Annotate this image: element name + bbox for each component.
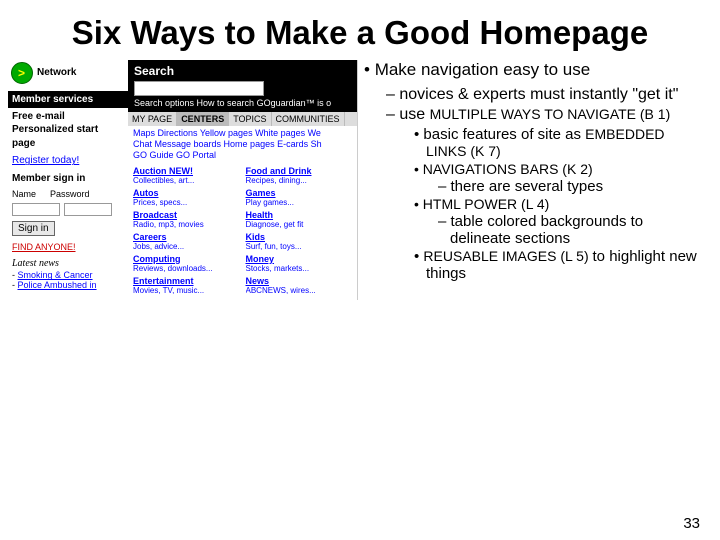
bullet-l2: novices & experts must instantly "get it…: [386, 86, 706, 104]
bullet-l3: NAVIGATIONS BARS (K 2): [414, 161, 706, 177]
category-link[interactable]: Broadcast: [133, 210, 240, 220]
category-link[interactable]: Careers: [133, 232, 240, 242]
go-icon: [11, 62, 33, 84]
member-link[interactable]: Personalized start page: [12, 123, 124, 150]
slide-title: Six Ways to Make a Good Homepage: [0, 0, 720, 60]
category-sub: Surf, fun, toys...: [246, 242, 353, 251]
category-link[interactable]: Auction NEW!: [133, 166, 240, 176]
go-logo: Network: [8, 60, 128, 91]
category-sub: Prices, specs...: [133, 198, 240, 207]
member-services-header: Member services: [8, 91, 128, 108]
category-sub: Diagnose, get fit: [246, 220, 353, 229]
search-input[interactable]: [134, 81, 264, 96]
name-input[interactable]: [12, 203, 60, 216]
network-label: Network: [37, 67, 76, 78]
category-sub: Play games...: [246, 198, 353, 207]
bullet-l1: Make navigation easy to use: [364, 60, 706, 80]
category-sub: ABCNEWS, wires...: [246, 286, 353, 295]
tab-mypage[interactable]: MY PAGE: [128, 112, 177, 126]
page-number: 33: [683, 515, 700, 532]
bullet-l3: HTML POWER (L 4): [414, 196, 706, 212]
tab-centers[interactable]: CENTERS: [177, 112, 229, 126]
tab-bar: MY PAGE CENTERS TOPICS COMMUNITIES: [128, 112, 357, 126]
category-sub: Collectibles, art...: [133, 176, 240, 185]
quicklinks[interactable]: Maps Directions Yellow pages White pages…: [128, 126, 357, 164]
example-screenshot: Network Member services Free e-mail Pers…: [8, 60, 358, 300]
tab-topics[interactable]: TOPICS: [229, 112, 271, 126]
register-link[interactable]: Register today!: [12, 155, 79, 166]
category-sub: Jobs, advice...: [133, 242, 240, 251]
tab-communities[interactable]: COMMUNITIES: [272, 112, 345, 126]
category-sub: Movies, TV, music...: [133, 286, 240, 295]
password-input[interactable]: [64, 203, 112, 216]
search-label: Search: [134, 64, 351, 78]
category-link[interactable]: Autos: [133, 188, 240, 198]
news-item[interactable]: Smoking & Cancer: [18, 270, 93, 280]
category-sub: Radio, mp3, movies: [133, 220, 240, 229]
signin-header: Member sign in: [8, 170, 128, 188]
category-sub: Recipes, dining...: [246, 176, 353, 185]
search-options[interactable]: Search options How to search GOguardian™…: [134, 98, 351, 108]
category-link[interactable]: Entertainment: [133, 276, 240, 286]
category-sub: Reviews, downloads...: [133, 264, 240, 273]
member-link[interactable]: Free e-mail: [12, 110, 124, 124]
password-label: Password: [50, 189, 90, 199]
category-link[interactable]: Computing: [133, 254, 240, 264]
bullet-l4: there are several types: [438, 178, 706, 195]
bullet-l3: basic features of site as EMBEDDED LINKS…: [414, 126, 706, 160]
category-link[interactable]: News: [246, 276, 353, 286]
bullet-l4: table colored backgrounds to delineate s…: [438, 213, 706, 247]
category-link[interactable]: Kids: [246, 232, 353, 242]
category-link[interactable]: Games: [246, 188, 353, 198]
category-link[interactable]: Money: [246, 254, 353, 264]
bullet-content: Make navigation easy to use novices & ex…: [358, 60, 706, 300]
name-label: Name: [12, 189, 36, 199]
category-link[interactable]: Health: [246, 210, 353, 220]
signin-button[interactable]: Sign in: [12, 221, 55, 236]
promo-link[interactable]: FIND ANYONE!: [12, 242, 76, 252]
news-header: Latest news: [12, 258, 124, 269]
category-link[interactable]: Food and Drink: [246, 166, 353, 176]
category-sub: Stocks, markets...: [246, 264, 353, 273]
bullet-l3: REUSABLE IMAGES (L 5) to highlight new t…: [414, 248, 706, 282]
news-item[interactable]: Police Ambushed in: [18, 280, 97, 290]
bullet-l2: use MULTIPLE WAYS TO NAVIGATE (B 1): [386, 106, 706, 124]
